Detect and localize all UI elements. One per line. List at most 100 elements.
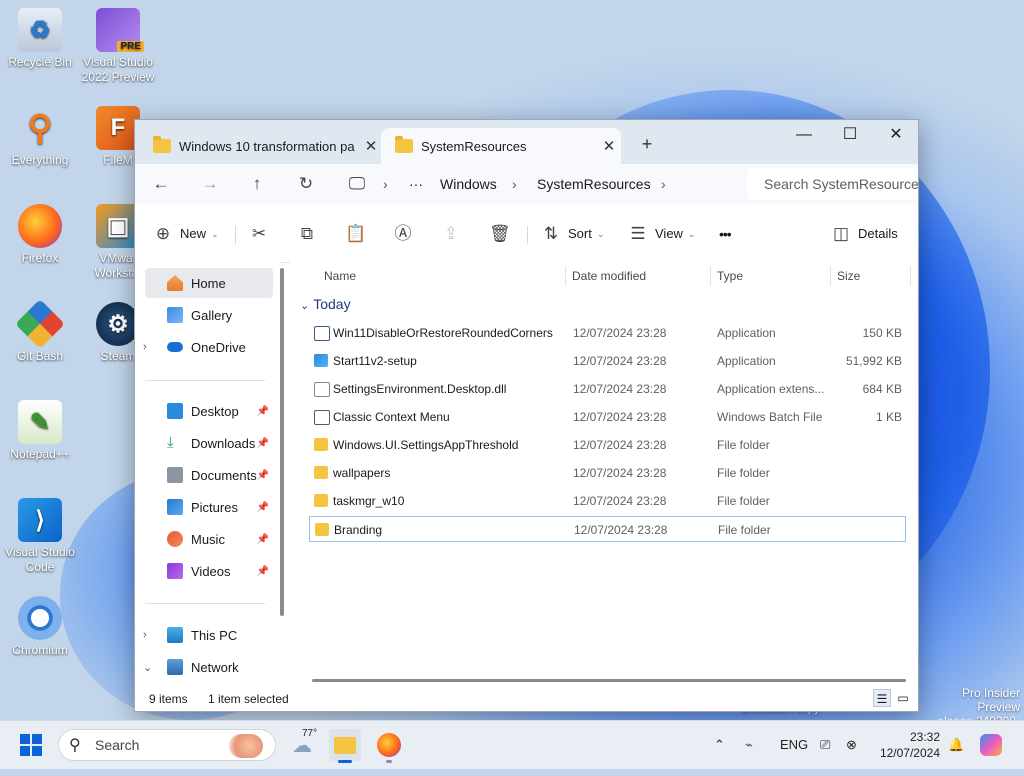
breadcrumb-overflow-button[interactable]: ··· — [409, 164, 423, 204]
clock[interactable]: 23:32 12/07/2024 — [876, 729, 940, 761]
file-row[interactable]: SettingsEnvironment.Desktop.dll 12/07/202… — [309, 376, 906, 402]
volume-muted-icon[interactable]: ⊗ — [846, 721, 857, 769]
desktop-icon-firefox[interactable]: Firefox — [0, 204, 80, 266]
file-name: Branding — [334, 523, 383, 537]
file-row[interactable]: Classic Context Menu 12/07/2024 23:28 Wind… — [309, 404, 906, 430]
taskbar-firefox[interactable] — [373, 729, 405, 763]
desktop-icon-notepadpp[interactable]: ✎ Notepad++ — [0, 400, 80, 462]
network-status-icon[interactable]: ⌁ — [745, 721, 753, 769]
taskbar-file-explorer[interactable] — [329, 729, 361, 763]
maximize-button[interactable]: ☐ — [827, 120, 873, 150]
chevron-right-icon[interactable]: › — [143, 341, 147, 353]
desktop-icon-chromium[interactable]: Chromium — [0, 596, 80, 658]
close-tab-icon[interactable]: ✕ — [597, 137, 621, 155]
desktop-icon-everything[interactable]: ⚲ Everything — [0, 106, 80, 168]
file-row[interactable]: wallpapers 12/07/2024 23:28 File folder — [309, 460, 906, 486]
copilot-icon[interactable] — [980, 721, 1002, 769]
minimize-button[interactable]: — — [781, 120, 827, 150]
sidebar-item-music[interactable]: Music 📌 — [145, 524, 273, 554]
file-row[interactable]: Start11v2-setup 12/07/2024 23:28 Applicati… — [309, 348, 906, 374]
plus-circle-icon: ⊕ — [155, 224, 171, 243]
desktop-icon-visual-studio[interactable]: PRE Visual Studio 2022 Preview — [78, 8, 158, 85]
sidebar-item-videos[interactable]: Videos 📌 — [145, 556, 273, 586]
cut-button[interactable]: ✂ — [249, 220, 276, 248]
breadcrumb-windows[interactable]: Windows — [440, 164, 497, 204]
paste-button[interactable]: 📋 — [345, 220, 372, 248]
chevron-down-icon[interactable]: ⌄ — [143, 661, 152, 674]
copy-icon: ⧉ — [300, 224, 314, 243]
windows-start-icon[interactable] — [20, 734, 42, 756]
monitor-icon[interactable]: 🖵 — [343, 170, 371, 198]
language-indicator[interactable]: ENG — [780, 721, 808, 769]
forward-arrow-icon[interactable]: → — [196, 170, 224, 198]
column-header-date-modified[interactable]: Date modified — [572, 262, 646, 290]
sidebar-item-pictures[interactable]: Pictures 📌 — [145, 492, 273, 522]
horizontal-scrollbar[interactable] — [312, 679, 906, 682]
desktop-icon-recycle-bin[interactable]: ♻ Recycle Bin — [0, 8, 80, 70]
column-header-name[interactable]: Name — [324, 262, 356, 290]
share-button[interactable]: ⇪ — [441, 220, 468, 248]
file-row[interactable]: taskmgr_w10 12/07/2024 23:28 File folder — [309, 488, 906, 514]
view-button[interactable]: ☰ View ⌄ — [628, 220, 695, 248]
search-input[interactable]: Search SystemResources — [747, 168, 918, 200]
pin-icon: 📌 — [256, 533, 269, 545]
navigation-pane-scrollbar[interactable] — [280, 268, 284, 616]
breadcrumb-systemresources[interactable]: SystemResources — [537, 164, 651, 204]
notification-bell-icon[interactable]: 🔔 — [948, 721, 964, 769]
column-separator[interactable] — [910, 266, 911, 286]
display-icon[interactable]: ⎚ — [820, 721, 830, 769]
new-button[interactable]: ⊕ New ⌄ — [153, 220, 219, 248]
column-header-size[interactable]: Size — [837, 262, 860, 290]
sidebar-item-documents[interactable]: Documents 📌 — [145, 460, 273, 490]
file-date: 12/07/2024 23:28 — [573, 326, 667, 340]
watermark-line: Pro Insider Preview — [961, 686, 1020, 714]
sidebar-item-label: Network — [191, 659, 239, 675]
sidebar-item-onedrive[interactable]: › OneDrive — [143, 332, 273, 362]
chevron-right-icon[interactable]: › — [143, 629, 147, 641]
column-separator[interactable] — [710, 266, 711, 286]
desktop-icon-vscode[interactable]: ⟩ Visual Studio Code — [0, 498, 80, 575]
more-options-button[interactable]: ••• — [719, 220, 732, 248]
group-header-today[interactable]: ⌄ Today — [300, 296, 351, 312]
home-icon — [167, 275, 183, 291]
close-button[interactable]: ✕ — [873, 120, 918, 150]
up-arrow-icon[interactable]: ↑ — [243, 170, 271, 198]
details-pane-button[interactable]: ◫ Details — [831, 220, 898, 248]
file-size: 51,992 KB — [845, 354, 902, 368]
sidebar-item-desktop[interactable]: Desktop 📌 — [145, 396, 273, 426]
rename-button[interactable]: Ⓐ — [393, 220, 420, 248]
gallery-icon — [167, 307, 183, 323]
refresh-icon[interactable]: ↻ — [292, 170, 320, 198]
file-row[interactable]: Windows.UI.SettingsAppThreshold 12/07/202… — [309, 432, 906, 458]
taskbar-search-box[interactable]: ⚲ Search — [58, 729, 276, 761]
back-arrow-icon[interactable]: ← — [147, 170, 175, 198]
new-tab-button[interactable]: + — [635, 132, 659, 156]
sidebar-item-network[interactable]: ⌄ Network — [143, 652, 273, 682]
desktop-icon-git-bash[interactable]: Git Bash — [0, 299, 80, 364]
sort-button[interactable]: ⇅ Sort ⌄ — [541, 220, 605, 248]
close-tab-icon[interactable]: ✕ — [359, 137, 383, 155]
tab-windows10-transformation[interactable]: Windows 10 transformation pa ✕ — [139, 128, 383, 164]
notepadpp-icon: ✎ — [18, 400, 62, 444]
tiles-view-icon[interactable]: ▭ — [894, 689, 912, 707]
sidebar-item-gallery[interactable]: Gallery — [145, 300, 273, 330]
sidebar-item-downloads[interactable]: ⤓ Downloads 📌 — [145, 428, 273, 458]
chevron-up-icon[interactable]: ⌃ — [714, 721, 725, 769]
column-separator[interactable] — [830, 266, 831, 286]
file-row[interactable]: Win11DisableOrRestoreRoundedCorners 12/07… — [309, 320, 906, 346]
command-separator — [527, 226, 528, 244]
breadcrumb-chevron-icon[interactable]: › — [661, 164, 666, 204]
tab-systemresources[interactable]: SystemResources ✕ — [381, 128, 621, 164]
sidebar-item-home[interactable]: Home — [145, 268, 273, 298]
delete-button[interactable]: 🗑 — [489, 220, 516, 248]
sort-arrows-icon: ⇅ — [543, 224, 559, 243]
copy-button[interactable]: ⧉ — [297, 220, 324, 248]
file-row[interactable]: Branding 12/07/2024 23:28 File folder — [309, 516, 906, 542]
rename-icon: Ⓐ — [394, 224, 412, 243]
navigation-bar: ← → ↑ ↻ 🖵 › ··· Windows › SystemResource… — [135, 164, 918, 204]
column-separator[interactable] — [565, 266, 566, 286]
details-view-icon[interactable]: ☰ — [873, 689, 891, 707]
weather-widget[interactable]: ☁ 77° — [286, 728, 318, 761]
column-header-type[interactable]: Type — [717, 262, 743, 290]
sidebar-item-this-pc[interactable]: › This PC — [143, 620, 273, 650]
